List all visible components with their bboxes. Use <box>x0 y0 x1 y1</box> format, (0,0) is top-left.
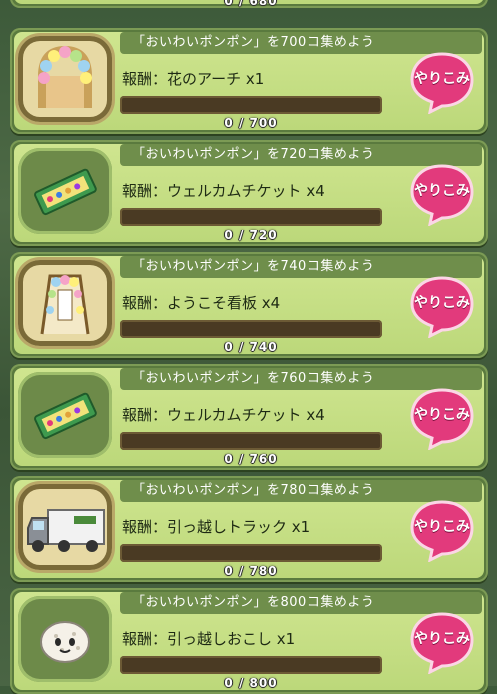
reward-icon-frame <box>18 260 112 346</box>
welcome-ticket-icon <box>34 168 97 216</box>
progress-bar <box>120 656 382 674</box>
reward-label: 報酬：ようこそ看板 x4 <box>122 294 281 312</box>
reward-label: 報酬：ウェルカムチケット x4 <box>122 406 325 424</box>
yarikomi-button[interactable]: やりこみ <box>408 498 476 562</box>
progress-text: 0 / 760 <box>224 452 278 466</box>
reward-label: 報酬：花のアーチ x1 <box>122 70 265 88</box>
yarikomi-button[interactable]: やりこみ <box>408 50 476 114</box>
reward-icon-frame <box>18 148 112 234</box>
yarikomi-button[interactable]: やりこみ <box>408 610 476 674</box>
progress-text: 0 / 680 <box>224 0 278 8</box>
yarikomi-button[interactable]: やりこみ <box>408 386 476 450</box>
progress-bar <box>120 320 382 338</box>
welcome-ticket-icon <box>34 392 97 440</box>
progress-text: 0 / 700 <box>224 116 278 130</box>
reward-label: 報酬：引っ越しトラック x1 <box>122 518 311 536</box>
reward-icon-frame <box>18 372 112 458</box>
yarikomi-button[interactable]: やりこみ <box>408 162 476 226</box>
reward-icon-frame <box>18 484 112 570</box>
reward-icon-frame <box>18 36 112 122</box>
reward-icon-frame <box>18 596 112 682</box>
yarikomi-button[interactable]: やりこみ <box>408 274 476 338</box>
progress-bar <box>120 208 382 226</box>
okoshi-snack-icon <box>40 621 90 663</box>
progress-bar <box>120 432 382 450</box>
moving-truck-icon <box>27 509 105 552</box>
mission-card: 「おいわいポンポン」を720コ集めよう 報酬：ウェルカムチケット x4 0 / … <box>10 140 488 246</box>
mission-card: 「おいわいポンポン」を700コ集めよう 報酬：花のアーチ x1 0 / 700 … <box>10 28 488 134</box>
reward-label: 報酬：ウェルカムチケット x4 <box>122 182 325 200</box>
progress-text: 0 / 720 <box>224 228 278 242</box>
mission-card: 「おいわいポンポン」を740コ集めよう 報酬：ようこそ看板 x4 0 / 740… <box>10 252 488 358</box>
progress-bar <box>120 96 382 114</box>
flower-arch-icon <box>38 45 92 108</box>
mission-card: 「おいわいポンポン」を800コ集めよう 報酬：引っ越しおこし x1 0 / 80… <box>10 588 488 694</box>
mission-card: 「おいわいポンポン」を760コ集めよう 報酬：ウェルカムチケット x4 0 / … <box>10 364 488 470</box>
progress-text: 0 / 740 <box>224 340 278 354</box>
progress-text: 0 / 780 <box>224 564 278 578</box>
welcome-sign-icon <box>40 274 90 335</box>
mission-list: 0 / 680 「おいわいポンポン」を700コ集めよう 報酬：花のアーチ x1 … <box>0 0 497 694</box>
mission-card-partial: 0 / 680 <box>10 0 488 8</box>
progress-text: 0 / 800 <box>224 676 278 690</box>
reward-label: 報酬：引っ越しおこし x1 <box>122 630 296 648</box>
progress-bar <box>120 544 382 562</box>
mission-card: 「おいわいポンポン」を780コ集めよう 報酬：引っ越しトラック x1 0 / 7… <box>10 476 488 582</box>
